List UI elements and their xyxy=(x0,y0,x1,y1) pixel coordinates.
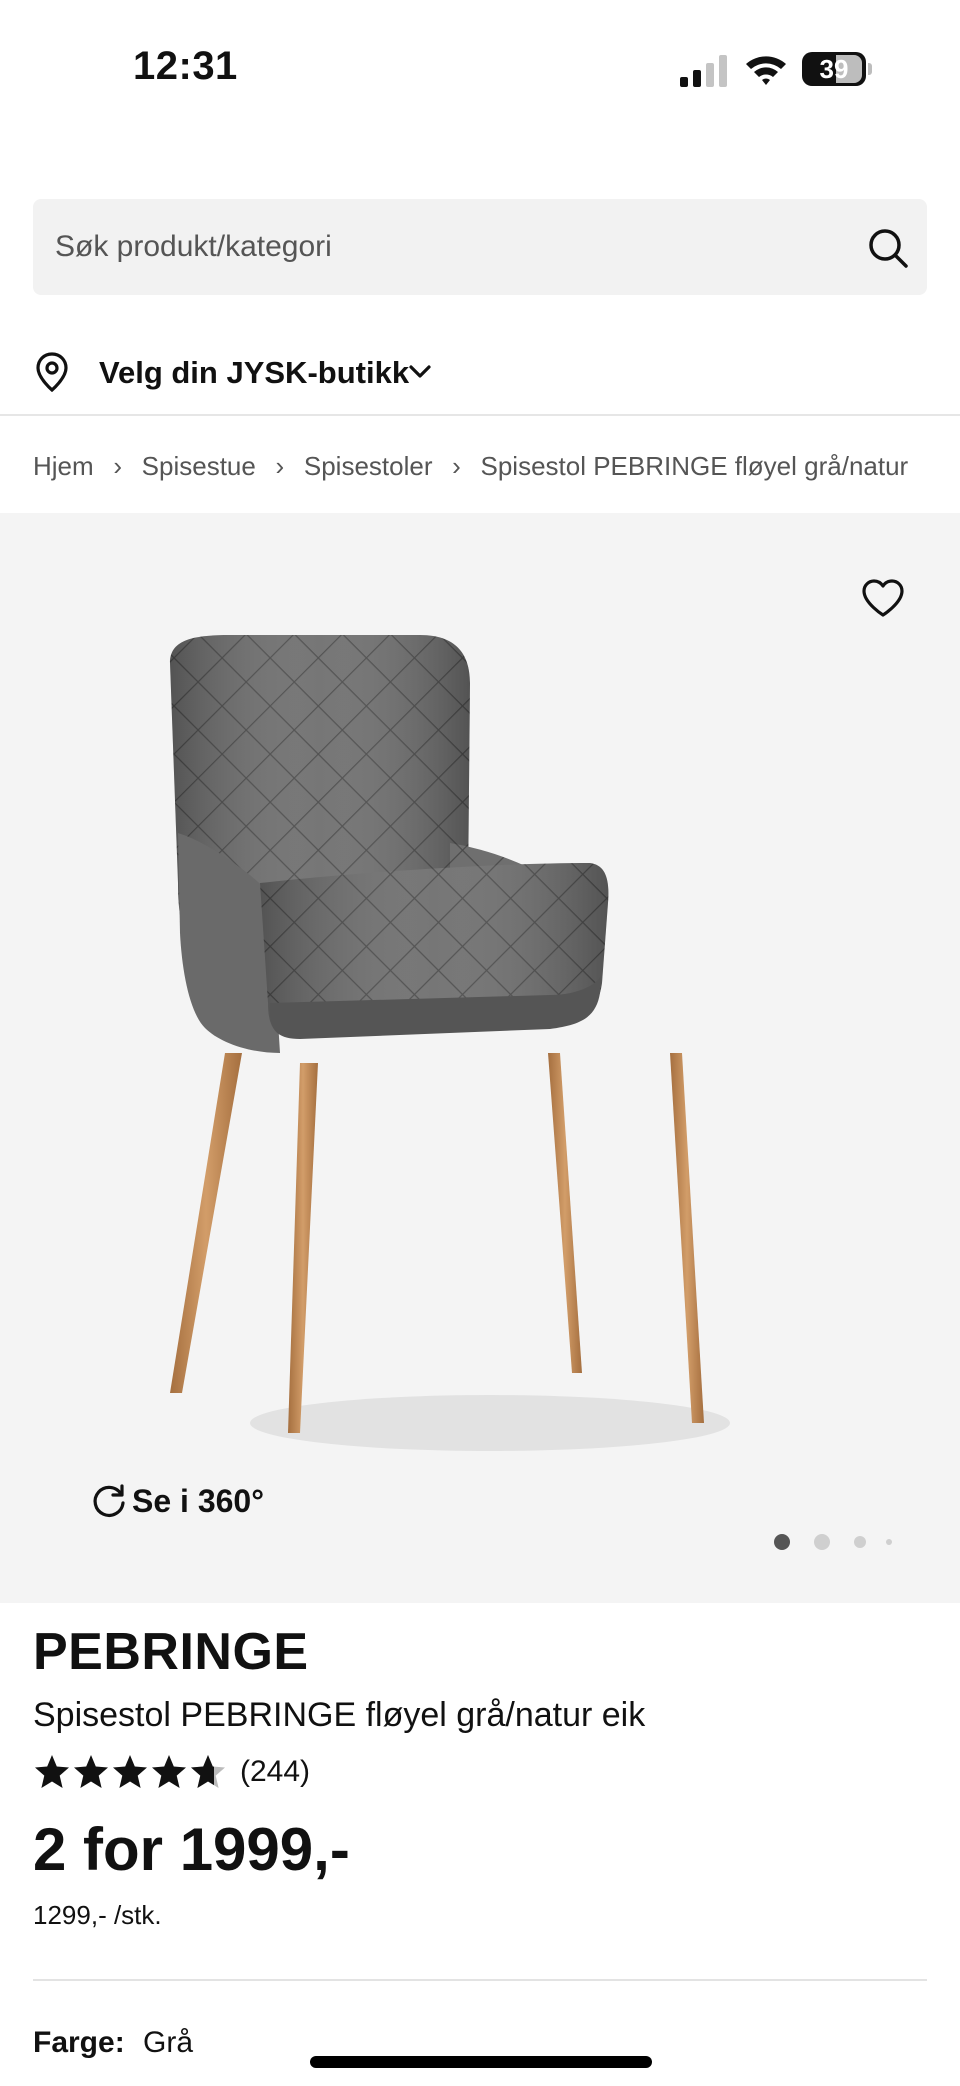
heart-icon[interactable] xyxy=(860,577,906,619)
product-name: Spisestol PEBRINGE fløyel grå/natur eik xyxy=(33,1696,646,1734)
breadcrumb-dining-room[interactable]: Spisestue xyxy=(142,451,256,482)
breadcrumb-separator-icon: › xyxy=(113,450,122,481)
carousel-dot[interactable] xyxy=(814,1534,830,1550)
color-label: Farge: xyxy=(33,2026,125,2059)
breadcrumb-current-product: Spisestol PEBRINGE fløyel grå/natur xyxy=(480,450,909,481)
breadcrumb-dining-chairs[interactable]: Spisestoler xyxy=(304,451,433,482)
rotate-360-icon xyxy=(93,1484,125,1517)
cellular-signal-icon xyxy=(680,55,727,87)
view-360-label: Se i 360° xyxy=(132,1482,264,1519)
carousel-dot[interactable] xyxy=(886,1539,892,1545)
product-rating[interactable]: (244) xyxy=(33,1750,310,1794)
status-time: 12:31 xyxy=(133,44,238,88)
search-bar[interactable] xyxy=(33,199,927,295)
carousel-dot[interactable] xyxy=(854,1536,866,1548)
battery-indicator: 39 xyxy=(802,52,872,86)
breadcrumb-separator-icon: › xyxy=(452,450,461,481)
star-icon xyxy=(74,1755,108,1788)
view-360-button[interactable]: Se i 360° xyxy=(90,1479,264,1523)
search-icon[interactable] xyxy=(867,227,909,269)
review-count: (244) xyxy=(240,1755,311,1788)
battery-level: 39 xyxy=(819,54,849,84)
unit-price: 1299,- /stk. xyxy=(33,1900,162,1930)
wifi-icon xyxy=(746,56,786,85)
header-divider xyxy=(0,414,960,416)
status-bar: 12:31 39 xyxy=(0,0,960,140)
product-brand: PEBRINGE xyxy=(33,1623,309,1681)
product-image-chair xyxy=(170,635,730,1451)
search-input[interactable] xyxy=(55,199,815,295)
home-indicator[interactable] xyxy=(310,2056,652,2068)
product-price: 2 for 1999,- xyxy=(33,1816,350,1883)
section-divider xyxy=(33,1979,927,1981)
star-icon xyxy=(113,1755,147,1788)
carousel-pagination xyxy=(770,1529,900,1553)
star-half-icon xyxy=(191,1755,225,1788)
breadcrumb: Hjem › Spisestue › Spisestoler › Spisest… xyxy=(33,446,908,486)
store-selector-label: Velg din JYSK-butikk xyxy=(99,355,410,390)
carousel-dot[interactable] xyxy=(774,1534,790,1550)
product-image-gallery[interactable]: Se i 360° xyxy=(0,513,960,1603)
star-icon xyxy=(152,1755,186,1788)
color-value: Grå xyxy=(143,2026,194,2059)
location-pin-icon xyxy=(36,352,68,392)
color-option: Farge: Grå xyxy=(33,2026,193,2060)
breadcrumb-home[interactable]: Hjem xyxy=(33,451,94,482)
star-icon xyxy=(35,1755,69,1788)
breadcrumb-separator-icon: › xyxy=(275,450,285,481)
chevron-down-icon xyxy=(409,365,431,378)
store-selector[interactable]: Velg din JYSK-butikk xyxy=(33,340,513,404)
rating-stars xyxy=(33,1753,228,1791)
